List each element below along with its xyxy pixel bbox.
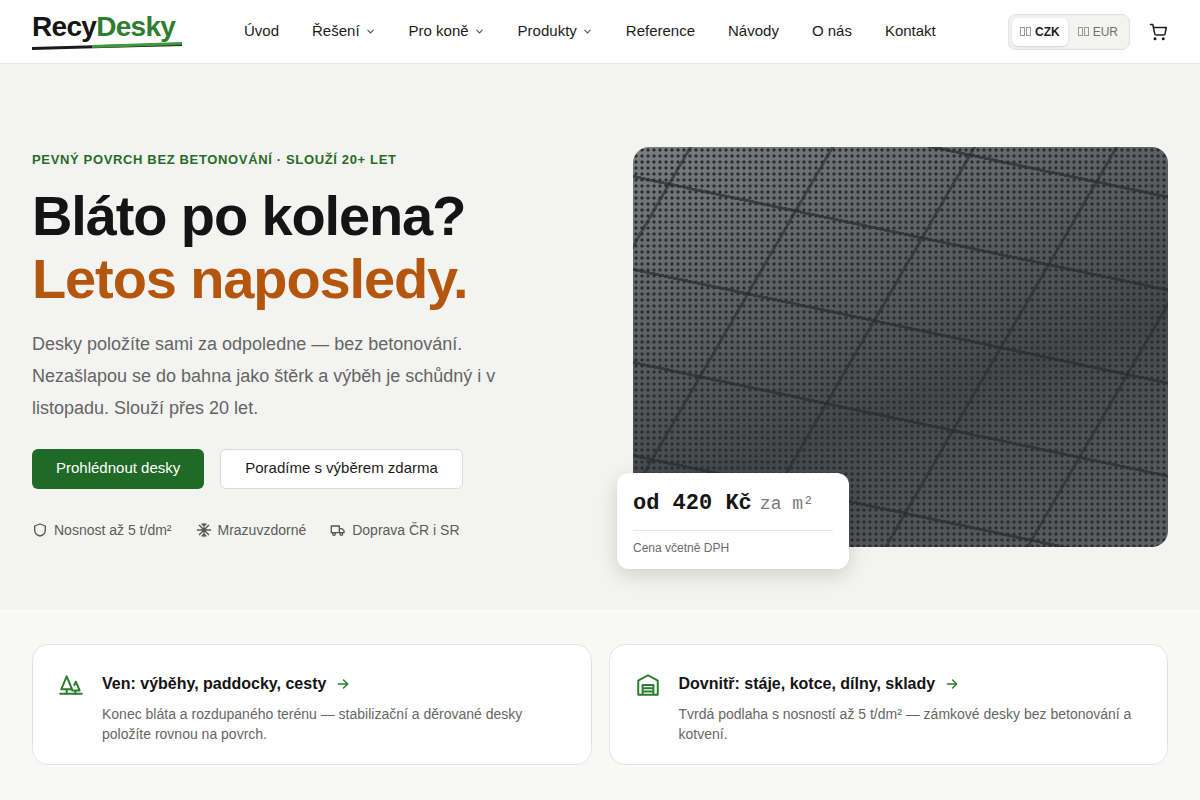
nav-item[interactable]: Řešení	[312, 20, 376, 43]
logo-swoosh-icon	[32, 42, 182, 50]
category-card[interactable]: Dovnitř: stáje, kotce, dílny, sklady Tvrd…	[609, 644, 1169, 765]
currency-option[interactable]: CZK	[1012, 18, 1068, 46]
nav-label: Úvod	[244, 20, 279, 43]
icon-wrap	[1020, 27, 1031, 36]
nav-item[interactable]: Návody	[728, 20, 779, 43]
nav-label: Produkty	[518, 20, 577, 43]
hero-text: PEVNÝ POVRCH BEZ BETONOVÁNÍ · SLOUŽÍ 20+…	[32, 147, 602, 547]
nav-item[interactable]: Kontakt	[885, 20, 936, 43]
nav-item[interactable]: Reference	[626, 20, 695, 43]
icon-wrap	[1078, 27, 1089, 36]
chevron-down-icon	[365, 26, 376, 37]
icon-wrap	[365, 26, 376, 37]
nav-label: O nás	[812, 20, 852, 43]
icon-wrap	[32, 522, 48, 538]
primary-button[interactable]: Prohlédnout desky	[32, 449, 204, 489]
snowflake-icon	[196, 522, 212, 538]
logo[interactable]: RecyDesky	[32, 13, 182, 50]
flag-icon	[1020, 27, 1031, 36]
hero-description: Desky položíte sami za odpoledne — bez b…	[32, 328, 522, 424]
icon-wrap	[58, 672, 84, 744]
arrow-right-icon	[945, 677, 959, 691]
hero-actions: Prohlédnout desky Poradíme s výběrem zda…	[32, 449, 602, 489]
icon-wrap	[582, 26, 593, 37]
price-card: od 420 Kč za m² Cena včetně DPH	[617, 473, 849, 569]
price-unit: za m²	[760, 491, 814, 518]
cart-icon	[1149, 23, 1167, 41]
currency-switch: CZK EUR	[1008, 14, 1130, 50]
price: od 420 Kč	[633, 487, 752, 520]
card-description: Tvrdá podlaha s nosností až 5 t/dm² — zá…	[679, 704, 1144, 744]
card-text: Ven: výběhy, paddocky, cesty Konec bláta …	[102, 672, 567, 744]
cart-button[interactable]	[1148, 22, 1168, 42]
category-card[interactable]: Ven: výběhy, paddocky, cesty Konec bláta …	[32, 644, 592, 765]
nav-item[interactable]: Pro koně	[409, 20, 485, 43]
nav-label: Návody	[728, 20, 779, 43]
category-cards: Ven: výběhy, paddocky, cesty Konec bláta …	[0, 609, 1200, 765]
feature-list: Nosnost až 5 t/dm² Mrazuvzdorné Doprava ČR…	[32, 520, 602, 541]
currency-label: CZK	[1035, 23, 1060, 41]
currency-option[interactable]: EUR	[1070, 18, 1126, 46]
feature-item: Doprava ČR i SR	[330, 520, 459, 541]
trees-icon	[58, 672, 84, 698]
card-title: Dovnitř: stáje, kotce, dílny, sklady	[679, 672, 936, 696]
card-text: Dovnitř: stáje, kotce, dílny, sklady Tvrd…	[679, 672, 1144, 744]
shield-icon	[32, 522, 48, 538]
main-nav: Úvod Řešení Pro koně Produkty Reference Návod…	[244, 20, 936, 43]
secondary-button[interactable]: Poradíme s výběrem zdarma	[220, 449, 463, 489]
eyebrow: PEVNÝ POVRCH BEZ BETONOVÁNÍ · SLOUŽÍ 20+…	[32, 150, 602, 170]
feature-item: Nosnost až 5 t/dm²	[32, 520, 172, 541]
card-heading: Ven: výběhy, paddocky, cesty	[102, 672, 567, 696]
feature-item: Mrazuvzdorné	[196, 520, 307, 541]
icon-wrap	[945, 677, 959, 691]
flag-icon	[1078, 27, 1089, 36]
truck-icon	[330, 522, 346, 538]
price-note: Cena včetně DPH	[633, 530, 833, 557]
currency-label: EUR	[1093, 23, 1118, 41]
nav-item[interactable]: Úvod	[244, 20, 279, 43]
icon-wrap	[330, 522, 346, 538]
card-description: Konec bláta a rozdupaného terénu — stabi…	[102, 704, 567, 744]
top-bar: RecyDesky Úvod Řešení Pro koně Produkty Refe…	[0, 0, 1200, 64]
feature-text: Doprava ČR i SR	[352, 520, 459, 541]
hero: PEVNÝ POVRCH BEZ BETONOVÁNÍ · SLOUŽÍ 20+…	[0, 64, 1200, 609]
logo-text: Desky	[96, 11, 175, 42]
card-title: Ven: výběhy, paddocky, cesty	[102, 672, 326, 696]
nav-label: Pro koně	[409, 20, 469, 43]
icon-wrap	[474, 26, 485, 37]
chevron-down-icon	[582, 26, 593, 37]
feature-text: Nosnost až 5 t/dm²	[54, 520, 172, 541]
nav-item[interactable]: Produkty	[518, 20, 593, 43]
title-line: Letos naposledy.	[32, 247, 602, 310]
warehouse-icon	[635, 672, 661, 698]
arrow-right-icon	[336, 677, 350, 691]
nav-item[interactable]: O nás	[812, 20, 852, 43]
nav-label: Kontakt	[885, 20, 936, 43]
feature-text: Mrazuvzdorné	[218, 520, 307, 541]
hero-media: od 420 Kč za m² Cena včetně DPH	[633, 147, 1168, 547]
hero-title: Bláto po kolena? Letos naposledy.	[32, 184, 602, 310]
icon-wrap	[196, 522, 212, 538]
card-heading: Dovnitř: stáje, kotce, dílny, sklady	[679, 672, 1144, 696]
title-line: Bláto po kolena?	[32, 184, 602, 247]
icon-wrap	[635, 672, 661, 744]
nav-label: Reference	[626, 20, 695, 43]
icon-wrap	[336, 677, 350, 691]
chevron-down-icon	[474, 26, 485, 37]
logo-text: Recy	[32, 11, 96, 42]
nav-label: Řešení	[312, 20, 360, 43]
